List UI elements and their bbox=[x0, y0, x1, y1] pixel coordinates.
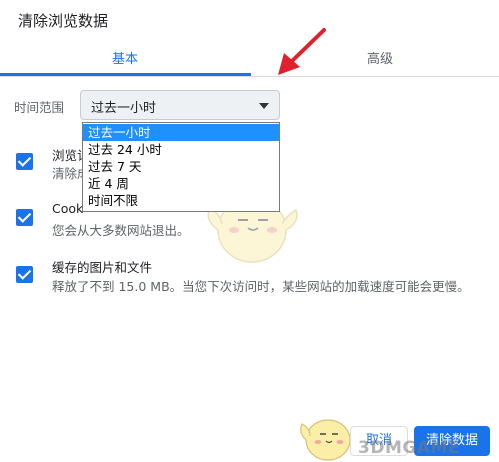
tab-bar: 基本 高级 bbox=[0, 40, 499, 77]
checkbox-cookies[interactable] bbox=[16, 209, 33, 226]
item-title-cookies: Cook bbox=[52, 201, 84, 216]
item-desc-cookies: 您会从大多数网站退出。 bbox=[52, 223, 190, 238]
tab-basic[interactable]: 基本 bbox=[112, 48, 138, 67]
item-desc-cached-images: 释放了不到 15.0 MB。当您下次访问时，某些网站的加载速度可能会更慢。 bbox=[52, 279, 470, 294]
dropdown-option[interactable]: 过去一小时 bbox=[83, 124, 279, 141]
tab-advanced[interactable]: 高级 bbox=[367, 48, 393, 67]
red-arrow-annotation-icon bbox=[278, 28, 326, 75]
active-tab-indicator bbox=[0, 73, 251, 76]
time-range-select[interactable]: 过去一小时 bbox=[80, 90, 280, 120]
dropdown-option[interactable]: 过去 7 天 bbox=[83, 158, 279, 175]
time-range-dropdown: 过去一小时 过去 24 小时 过去 7 天 近 4 周 时间不限 bbox=[82, 122, 280, 212]
chevron-down-icon bbox=[259, 103, 269, 109]
dialog-title: 清除浏览数据 bbox=[18, 12, 109, 30]
time-range-label: 时间范围 bbox=[14, 100, 65, 115]
time-range-selected-value: 过去一小时 bbox=[91, 101, 157, 116]
checkbox-browsing-history[interactable] bbox=[16, 153, 33, 170]
dropdown-option[interactable]: 过去 24 小时 bbox=[83, 141, 279, 158]
site-watermark: 3DMGAME bbox=[358, 438, 460, 458]
dropdown-option[interactable]: 近 4 周 bbox=[83, 175, 279, 192]
checkbox-cached-images[interactable] bbox=[16, 266, 33, 283]
item-title-cached-images: 缓存的图片和文件 bbox=[52, 260, 153, 275]
dropdown-option[interactable]: 时间不限 bbox=[83, 192, 279, 209]
